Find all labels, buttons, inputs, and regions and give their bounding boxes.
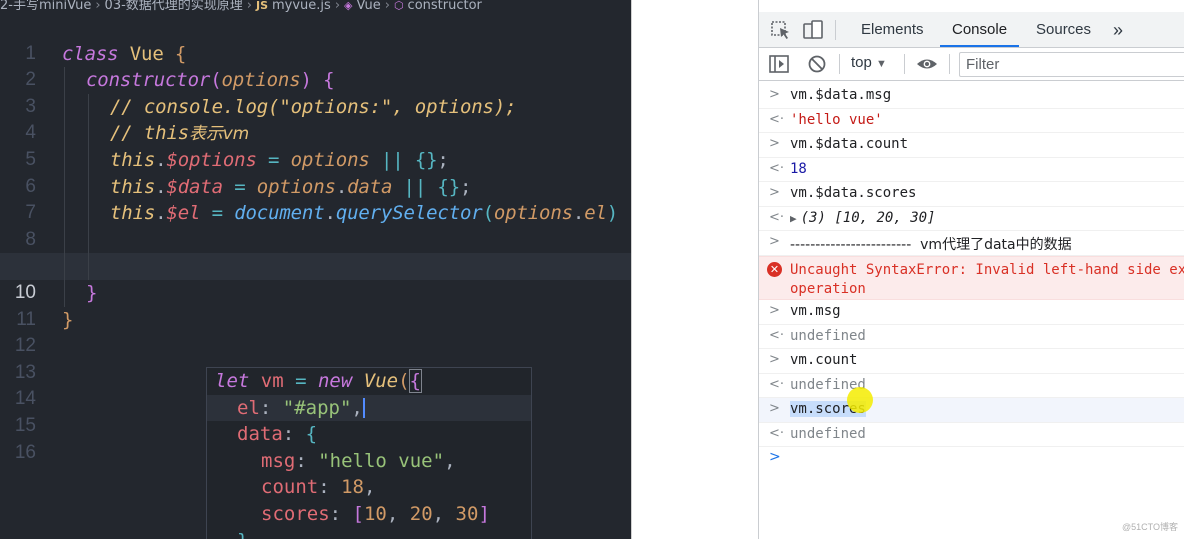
inspect-element-icon[interactable] (769, 18, 793, 42)
class-symbol-icon: ◈ (344, 0, 353, 12)
snippet-line: data: { (237, 423, 318, 446)
code-line[interactable]: 5 // this表示vm (0, 120, 631, 170)
code-line[interactable]: 7 this.$data = options.data || {}; (0, 173, 631, 223)
chevron-right-icon: › (246, 0, 252, 13)
expand-triangle-icon[interactable]: ▶ (790, 212, 797, 225)
chevron-right-icon: > (769, 136, 780, 151)
console-prompt-icon[interactable]: > (769, 449, 781, 465)
devtools-tab-bar: Elements Console Sources » (759, 12, 1184, 48)
code-line-current[interactable]: 10 (0, 253, 631, 303)
console-result-row[interactable]: <· undefined (759, 374, 1184, 398)
method-symbol-icon: ⬡ (393, 0, 404, 12)
console-toolbar: top ▼ (759, 48, 1184, 81)
console-result-row[interactable]: <· ▶ (3) [10, 20, 30] (759, 207, 1184, 231)
chevron-right-icon: > (769, 234, 780, 249)
error-message: Uncaught SyntaxError: Invalid left-hand … (790, 262, 1184, 297)
return-arrow-icon: <· (769, 111, 785, 127)
breadcrumb-file[interactable]: myvue.js (272, 0, 331, 12)
chevron-right-icon: › (384, 0, 390, 13)
console-input-row[interactable]: > ------------------------ vm代理了data中的数据 (759, 231, 1184, 256)
code-text: } (62, 308, 74, 331)
code-line[interactable]: 4 // console.log("options:", options); (0, 93, 631, 143)
chevron-right-icon: > (769, 352, 780, 367)
code-comment: // this表示vm (110, 122, 250, 145)
snippet-line: count: 18, (261, 476, 376, 499)
code-line[interactable]: 11 } (0, 280, 631, 330)
snippet-line: msg: "hello vue", (261, 449, 456, 472)
clear-console-icon[interactable] (805, 52, 829, 76)
device-toolbar-icon[interactable] (801, 18, 825, 42)
code-line[interactable]: 9 (0, 226, 631, 276)
text-cursor (362, 398, 365, 419)
filter-input[interactable] (959, 52, 1184, 77)
eye-icon[interactable] (915, 52, 939, 76)
chevron-right-icon: › (95, 0, 101, 13)
chevron-right-icon: > (769, 303, 780, 318)
console-result-row[interactable]: <· 'hello vue' (759, 109, 1184, 133)
code-text: this.$options = options || {}; (110, 149, 449, 171)
chevron-right-icon: > (769, 401, 780, 416)
code-line[interactable]: 2 class Vue { (0, 41, 631, 91)
mouse-cursor-highlight (847, 387, 873, 413)
breadcrumb: 2-手写miniVue › 03-数据代理的实现原理 › JS myvue.js › ◈ Vue… (0, 0, 631, 14)
code-line[interactable]: 6 this.$options = options || {}; (0, 147, 631, 197)
console-input-row[interactable]: > vm.$data.scores (759, 182, 1184, 207)
code-line[interactable]: 12 } (0, 307, 631, 357)
return-arrow-icon: <· (769, 376, 785, 392)
chevron-right-icon: > (769, 87, 780, 102)
console-output[interactable]: > vm.$data.msg <· 'hello vue' > vm.$data… (759, 82, 1184, 539)
console-result-row[interactable]: <· undefined (759, 325, 1184, 349)
code-snippet-popup[interactable]: let vm = new Vue({ el: "#app", data: { m… (206, 367, 532, 539)
breadcrumb-folder[interactable]: 2-手写miniVue (0, 0, 91, 12)
breadcrumb-class[interactable]: Vue (356, 0, 380, 12)
code-line[interactable]: 8 this.$el = document.querySelector(opti… (0, 200, 631, 250)
snippet-line: let vm = new Vue({ (215, 369, 423, 393)
code-text: this.$el = document.querySelector(option… (110, 202, 619, 225)
watermark: @51CTO博客 (1122, 522, 1178, 532)
return-arrow-icon: <· (769, 425, 785, 441)
sidebar-toggle-icon[interactable] (767, 52, 791, 76)
code-text: this.$data = options.data || {}; (110, 175, 472, 198)
code-text: } (86, 282, 98, 304)
js-file-icon: JS (255, 0, 268, 12)
code-text: class Vue { (62, 42, 187, 65)
return-arrow-icon: <· (769, 209, 785, 225)
snippet-line-current: el: "#app", (207, 394, 531, 422)
console-input-row[interactable]: > vm.msg (759, 300, 1184, 325)
more-tabs-button[interactable]: » (1101, 12, 1135, 47)
breadcrumb-method[interactable]: constructor (408, 0, 482, 12)
page-viewport[interactable] (631, 0, 758, 539)
code-line[interactable]: 1 (0, 14, 631, 64)
console-input-row[interactable]: > vm.scores (759, 398, 1184, 423)
console-error-row[interactable]: ✕ Uncaught SyntaxError: Invalid left-han… (759, 256, 1184, 300)
snippet-line: scores: [10, 20, 30] (261, 503, 490, 525)
console-input-row[interactable]: > vm.count (759, 349, 1184, 374)
chevron-right-icon: > (769, 185, 780, 200)
dropdown-arrow-icon: ▼ (876, 58, 887, 70)
code-line[interactable]: 3 constructor(options) { (0, 67, 631, 117)
chevron-right-icon: › (334, 0, 341, 13)
console-input-row[interactable]: > vm.$data.count (759, 133, 1184, 158)
return-arrow-icon: <· (769, 327, 785, 343)
console-result-row[interactable]: <· undefined (759, 423, 1184, 447)
console-input-row[interactable]: > vm.$data.msg (759, 84, 1184, 109)
console-result-row[interactable]: <· 18 (759, 158, 1184, 182)
error-icon: ✕ (767, 262, 782, 277)
code-editor[interactable]: 2-手写miniVue › 03-数据代理的实现原理 › JS myvue.js › ◈ Vue… (0, 0, 631, 539)
devtools-panel[interactable]: Elements Console Sources » top ▼ > vm.$d… (758, 0, 1184, 539)
code-text: constructor(options) { (86, 69, 335, 92)
snippet-line: } (207, 528, 531, 539)
code-comment: // console.log("options:", options); (110, 95, 517, 118)
return-arrow-icon: <· (769, 160, 785, 176)
breadcrumb-subfolder[interactable]: 03-数据代理的实现原理 (105, 0, 243, 12)
code-line[interactable]: 13 (0, 333, 631, 383)
context-selector[interactable]: top ▼ (851, 54, 887, 71)
tab-sources[interactable]: Sources (1024, 12, 1103, 47)
tab-console[interactable]: Console (940, 12, 1020, 47)
line-number: 16 (14, 441, 36, 463)
tab-elements[interactable]: Elements (849, 12, 936, 47)
